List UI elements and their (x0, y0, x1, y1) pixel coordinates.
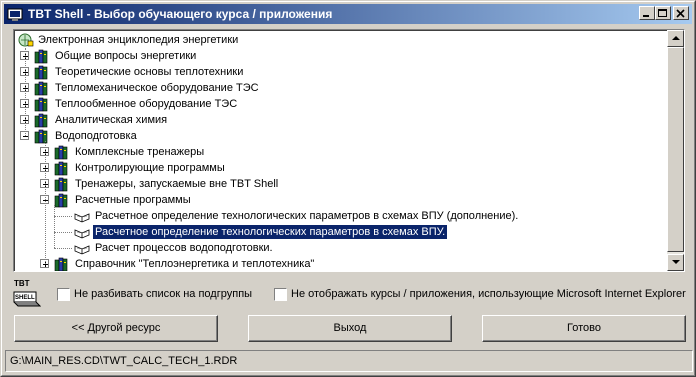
tree-item[interactable]: Водоподготовка (14, 128, 664, 144)
tree-item-label: Тепломеханическое оборудование ТЭС (55, 82, 259, 94)
tree-item-label: Электронная энциклопедия энергетики (38, 34, 239, 46)
tree-item-label-selected: Расчетное определение технологических па… (91, 224, 449, 240)
no-split-label[interactable]: Не разбивать список на подгруппы (74, 288, 252, 301)
tree-item-label: Аналитическая химия (55, 114, 168, 126)
tree-connector-line (54, 232, 72, 233)
tree-item[interactable]: Справочник "Теплоэнергетика и теплотехни… (14, 256, 664, 271)
tree-item-label: Водоподготовка (55, 130, 137, 142)
exit-button[interactable]: Выход (248, 315, 452, 342)
tree-item-label: Контролирующие программы (75, 162, 225, 174)
vertical-scrollbar[interactable] (667, 30, 684, 271)
tree-connector-line (54, 248, 72, 249)
tree-item[interactable]: Расчет процессов водоподготовки. (14, 240, 664, 256)
tree-item[interactable]: Расчетное определение технологических па… (14, 208, 664, 224)
tree-item[interactable]: Электронная энциклопедия энергетики (14, 32, 664, 48)
tree-item-label: Тренажеры, запускаемые вне TBT Shell (75, 178, 279, 190)
tree-item-label: Расчетные программы (75, 194, 191, 206)
tree-connector-line (54, 205, 55, 248)
scroll-down-button[interactable] (667, 254, 684, 271)
course-tree[interactable]: Электронная энциклопедия энергетики Общие… (13, 29, 685, 272)
window-title: TBT Shell - Выбор обучающего курса / при… (28, 7, 333, 21)
tree-item-label: Комплексные тренажеры (75, 146, 205, 158)
status-bar: G:\MAIN_RES.CD\TWT_CALC_TECH_1.RDR (5, 350, 693, 372)
arrow-down-icon (672, 260, 680, 264)
logo-text-top: TBT (14, 279, 30, 288)
ready-button[interactable]: Готово (482, 315, 686, 342)
title-bar[interactable]: TBT Shell - Выбор обучающего курса / при… (4, 4, 692, 24)
minimize-icon (643, 15, 649, 17)
tree-item[interactable]: Аналитическая химия (14, 112, 664, 128)
tbt-shell-logo-icon: TBT SHELL (13, 279, 41, 307)
app-icon (7, 8, 23, 21)
tree-item[interactable]: Расчетное определение технологических па… (14, 224, 664, 240)
tree-item[interactable]: Тепломеханическое оборудование ТЭС (14, 80, 664, 96)
minimize-button[interactable] (639, 6, 655, 20)
tree-item-label: Расчет процессов водоподготовки. (95, 242, 273, 254)
close-button[interactable] (673, 6, 689, 20)
logo-text-bottom: SHELL (15, 295, 35, 301)
course-tree-content: Электронная энциклопедия энергетики Общие… (14, 30, 667, 271)
application-window: TBT Shell - Выбор обучающего курса / при… (0, 0, 696, 377)
tree-connector-line (54, 216, 72, 217)
scroll-up-button[interactable] (667, 30, 684, 47)
tree-item[interactable]: Общие вопросы энергетики (14, 48, 664, 64)
status-path: G:\MAIN_RES.CD\TWT_CALC_TECH_1.RDR (10, 355, 238, 367)
tree-item-label: Расчетное определение технологических па… (95, 210, 519, 222)
scroll-thumb[interactable] (667, 47, 684, 252)
tree-connector-line (25, 48, 26, 136)
other-resource-button[interactable]: << Другой ресурс (14, 315, 218, 342)
tree-item[interactable]: Теоретические основы теплотехники (14, 64, 664, 80)
tree-item-label: Справочник "Теплоэнергетика и теплотехни… (75, 258, 315, 270)
hide-ie-checkbox[interactable] (274, 288, 287, 301)
tree-connector-line (45, 141, 46, 264)
tree-item-label: Общие вопросы энергетики (55, 50, 197, 62)
tree-item-label: Теплообменное оборудование ТЭС (55, 98, 238, 110)
tree-item[interactable]: Теплообменное оборудование ТЭС (14, 96, 664, 112)
tree-item[interactable]: Расчетные программы (14, 192, 664, 208)
hide-ie-label[interactable]: Не отображать курсы / приложения, исполь… (291, 288, 686, 301)
maximize-button[interactable] (655, 6, 671, 20)
maximize-icon (658, 9, 667, 17)
arrow-up-icon (672, 36, 680, 40)
close-icon (676, 9, 685, 18)
tree-item[interactable]: Контролирующие программы (14, 160, 664, 176)
tree-item[interactable]: Комплексные тренажеры (14, 144, 664, 160)
no-split-checkbox[interactable] (57, 288, 70, 301)
tree-item-label: Теоретические основы теплотехники (55, 66, 244, 78)
tree-item[interactable]: Тренажеры, запускаемые вне TBT Shell (14, 176, 664, 192)
